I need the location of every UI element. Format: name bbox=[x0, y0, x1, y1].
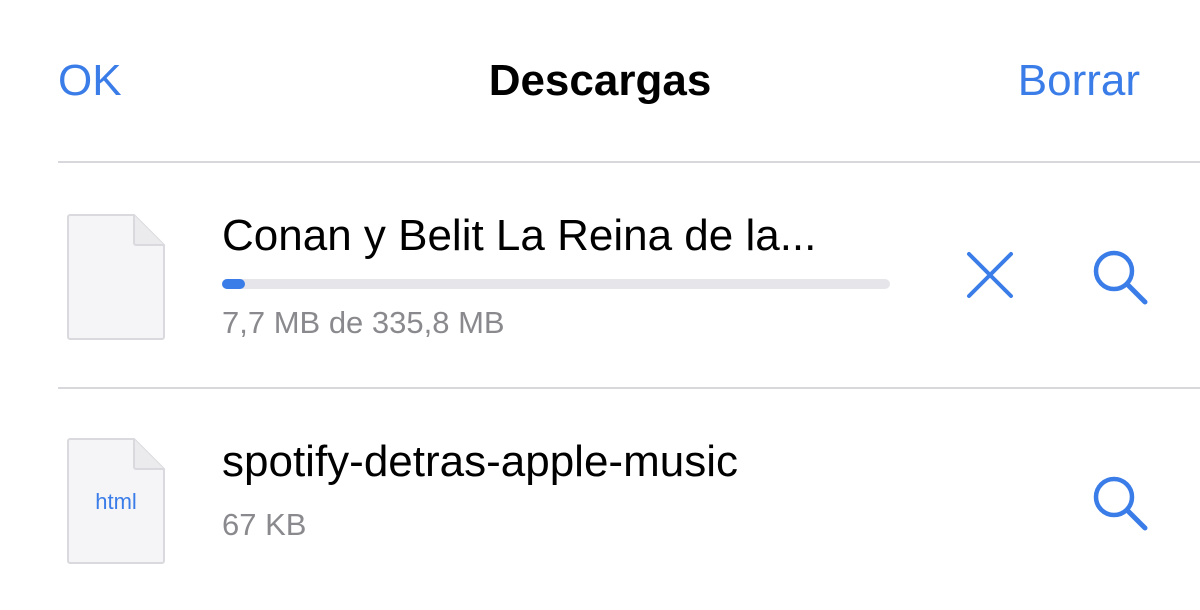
download-row[interactable]: Conan y Belit La Reina de la... 7,7 MB d… bbox=[0, 163, 1200, 387]
download-size: 67 KB bbox=[222, 507, 307, 542]
navigation-bar: OK Descargas Borrar bbox=[0, 0, 1200, 162]
file-type-label: html bbox=[95, 489, 137, 514]
clear-button[interactable]: Borrar bbox=[1018, 56, 1140, 106]
page-title: Descargas bbox=[488, 56, 712, 105]
downloads-sheet: OK Descargas Borrar Conan y Belit La Rei… bbox=[0, 0, 1200, 610]
download-status: 7,7 MB de 335,8 MB bbox=[222, 305, 505, 340]
html-file-icon: html bbox=[66, 437, 166, 565]
file-icon bbox=[67, 214, 165, 340]
progress-bar bbox=[222, 279, 890, 289]
download-row[interactable]: html spotify-detras-apple-music 67 KB bbox=[0, 389, 1200, 610]
download-title: Conan y Belit La Reina de la... bbox=[222, 211, 817, 260]
magnifier-icon[interactable] bbox=[1088, 471, 1152, 535]
close-icon[interactable] bbox=[958, 243, 1022, 307]
magnifier-icon[interactable] bbox=[1088, 245, 1152, 309]
progress-fill bbox=[222, 279, 246, 289]
download-title: spotify-detras-apple-music bbox=[222, 437, 738, 486]
